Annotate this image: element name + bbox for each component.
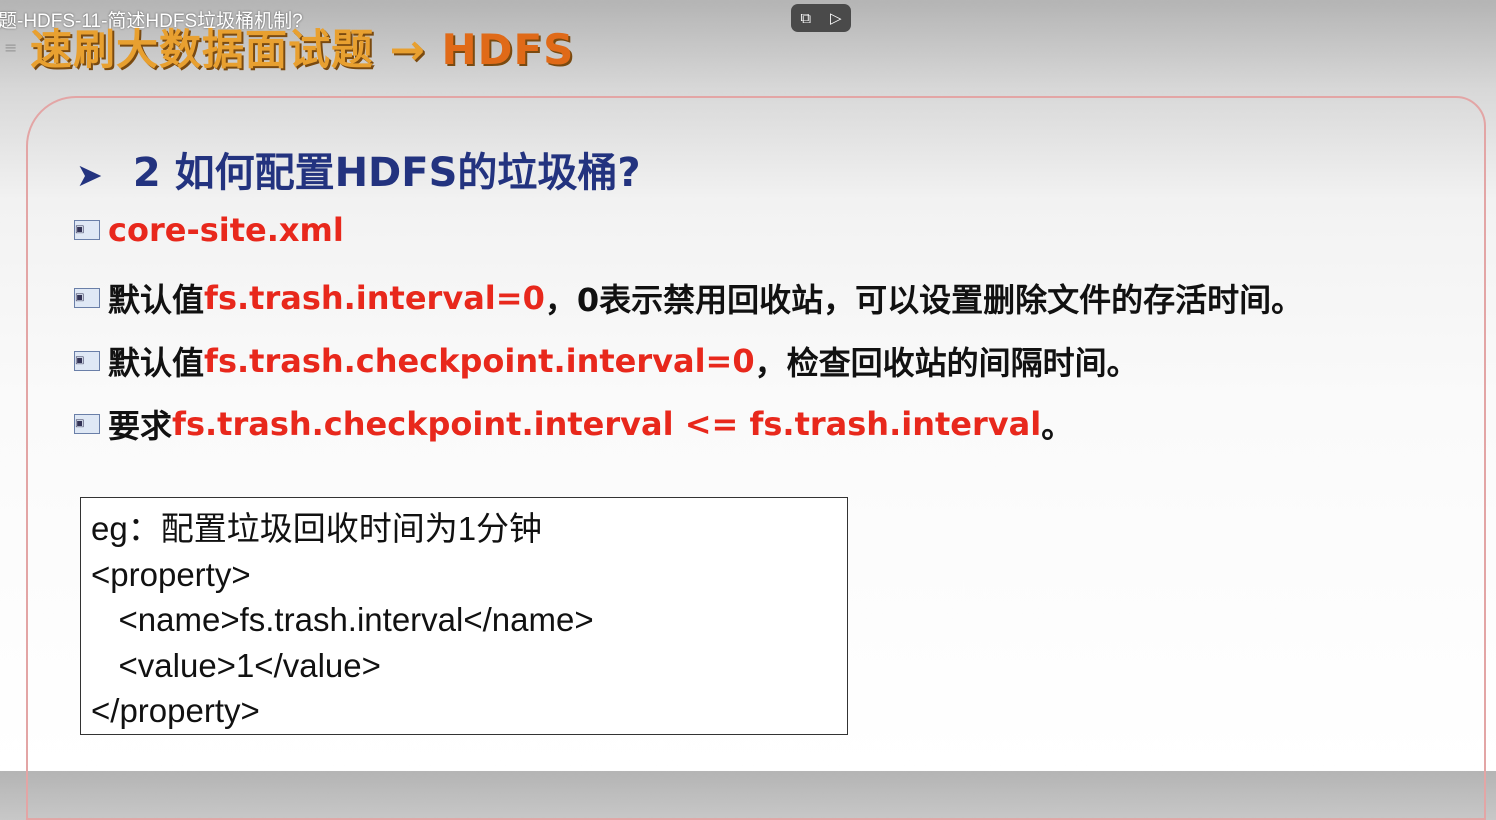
bullet-icon: ▣ [74,351,100,371]
bullet-key: fs.trash.interval=0 [204,279,545,317]
bullet-post: ，0表示禁用回收站，可以设置删除文件的存活时间。 [544,281,1304,319]
menu-icon[interactable]: ≡ [4,38,17,57]
bullet-pre: 默认值 [108,281,205,319]
slide-heading: ➤ 2 如何配置HDFS的垃圾桶? [76,140,641,198]
bullet-icon: ▣ [74,414,100,434]
bullet-line: ▣ 默认值 fs.trash.checkpoint.interval=0 ，检查回收站… [74,338,1139,384]
example-line: <property> [91,555,251,593]
example-line: <value>1</value> [91,646,381,684]
video-controls: ⧉ ▷ [791,4,851,32]
example-box: eg：配置垃圾回收时间为1分钟 <property> <name>fs.tras… [80,497,848,735]
bullet-key: core-site.xml [108,211,344,249]
bullet-icon: ▣ [74,220,100,240]
bullet-line: ▣ 要求 fs.trash.checkpoint.interval <= fs.tr… [74,401,1073,447]
heading-text: 2 如何配置HDFS的垃圾桶? [132,150,641,196]
pip-exit-icon[interactable]: ⧉ [800,9,811,27]
bullet-key: fs.trash.checkpoint.interval <= fs.trash… [172,405,1042,443]
bullet-pre: 默认值 [108,344,205,382]
bullet-post: ，检查回收站的间隔时间。 [754,344,1139,382]
example-line: eg：配置垃圾回收时间为1分钟 [91,510,543,547]
example-line: <name>fs.trash.interval</name> [91,601,594,638]
bullet-icon: ▣ [74,288,100,308]
banner-text: 速刷大数据面试题 → [30,25,442,74]
arrow-bullet-icon: ➤ [76,156,103,194]
bullet-line: ▣ 默认值 fs.trash.interval=0 ，0表示禁用回收站，可以设置删除文… [74,275,1303,321]
play-settings-icon[interactable]: ▷ [830,9,842,27]
bullet-post: 。 [1041,407,1074,445]
example-line: </property> [91,692,260,729]
slide-banner: 速刷大数据面试题 → HDFS [30,16,574,77]
bullet-pre: 要求 [108,407,173,445]
bullet-key: fs.trash.checkpoint.interval=0 [204,342,755,380]
bullet-line: ▣ core-site.xml [74,211,344,249]
banner-hdfs: HDFS [441,25,575,74]
